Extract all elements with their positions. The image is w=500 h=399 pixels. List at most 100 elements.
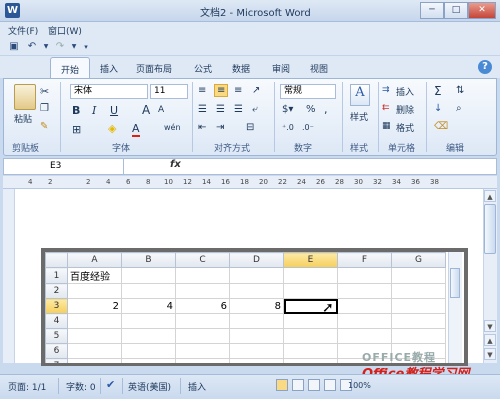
minimize-button[interactable]: ─: [420, 2, 444, 19]
cell[interactable]: [175, 328, 230, 344]
web-layout-view-icon[interactable]: [308, 379, 320, 391]
scroll-down-icon[interactable]: ▼: [484, 320, 496, 332]
undo-icon[interactable]: ↶: [26, 41, 38, 53]
undo-dropdown-icon[interactable]: ▼: [40, 41, 52, 53]
menu-file[interactable]: 文件(F): [8, 24, 38, 37]
cell-a1[interactable]: 百度经验: [67, 267, 122, 284]
row-header-selected[interactable]: 3: [45, 298, 68, 314]
styles-button[interactable]: 样式: [350, 110, 368, 123]
cell[interactable]: [67, 328, 122, 344]
tab-page-layout[interactable]: 页面布局: [128, 60, 180, 77]
full-screen-view-icon[interactable]: [292, 379, 304, 391]
cell[interactable]: [121, 328, 176, 344]
menu-window[interactable]: 窗口(W): [48, 24, 82, 37]
close-button[interactable]: ✕: [468, 2, 496, 19]
scroll-up-icon[interactable]: ▲: [484, 190, 496, 202]
language-indicator[interactable]: 英语(美国): [128, 380, 171, 393]
comma-button[interactable]: ,: [324, 103, 328, 116]
select-all-corner[interactable]: [45, 252, 68, 268]
cell[interactable]: [67, 343, 122, 359]
insert-cells-icon[interactable]: ⇉: [382, 85, 390, 95]
name-box[interactable]: E3: [4, 159, 124, 174]
align-center-icon[interactable]: ☰: [216, 104, 225, 115]
cell[interactable]: [337, 283, 392, 299]
insert-mode-indicator[interactable]: 插入: [188, 380, 206, 393]
cell[interactable]: [121, 267, 176, 284]
save-icon[interactable]: ▣: [8, 41, 20, 53]
cell-a3[interactable]: 2: [67, 298, 122, 314]
format-cells-button[interactable]: 格式: [396, 121, 414, 134]
next-page-icon[interactable]: ▼: [484, 348, 496, 360]
cut-icon[interactable]: ✂: [40, 85, 49, 98]
cell[interactable]: [283, 358, 338, 363]
cell[interactable]: [229, 328, 284, 344]
styles-icon[interactable]: A: [350, 84, 370, 106]
increase-decimal-icon[interactable]: ⁺.0: [282, 123, 294, 132]
paste-button[interactable]: 粘贴: [14, 112, 32, 125]
paste-icon[interactable]: [14, 84, 36, 110]
find-select-icon[interactable]: ⌕: [456, 103, 462, 114]
cell-c3[interactable]: 6: [175, 298, 230, 314]
increase-indent-icon[interactable]: ⇥: [216, 122, 224, 133]
column-header[interactable]: B: [121, 252, 176, 268]
phonetic-button[interactable]: wén: [164, 123, 181, 132]
delete-cells-icon[interactable]: ⇇: [382, 103, 390, 113]
wrap-text-icon[interactable]: ⤶: [252, 104, 258, 115]
scrollbar-thumb[interactable]: [484, 204, 496, 254]
cell[interactable]: [175, 267, 230, 284]
redo-dropdown-icon[interactable]: ▼: [68, 41, 80, 53]
borders-icon[interactable]: ⊞: [72, 123, 81, 136]
cell[interactable]: [283, 267, 338, 284]
cell[interactable]: [121, 283, 176, 299]
decrease-decimal-icon[interactable]: .0⁻: [302, 123, 314, 132]
sheet-scrollbar-thumb[interactable]: [450, 268, 460, 298]
cell[interactable]: [229, 343, 284, 359]
cell[interactable]: [175, 283, 230, 299]
cell[interactable]: [283, 283, 338, 299]
number-format-combo[interactable]: 常规: [280, 84, 336, 99]
font-name-combo[interactable]: 宋体: [70, 84, 148, 99]
row-header[interactable]: 1: [45, 267, 68, 284]
cell[interactable]: [229, 283, 284, 299]
column-header[interactable]: D: [229, 252, 284, 268]
align-bottom-icon[interactable]: ≡: [234, 85, 242, 96]
delete-cells-button[interactable]: 删除: [396, 103, 414, 116]
proofing-icon[interactable]: ✔: [106, 378, 115, 391]
shrink-font-button[interactable]: A: [158, 105, 164, 115]
column-header[interactable]: G: [391, 252, 446, 268]
insert-cells-button[interactable]: 插入: [396, 85, 414, 98]
word-count[interactable]: 字数: 0: [66, 380, 96, 393]
outline-view-icon[interactable]: [324, 379, 336, 391]
cell[interactable]: [391, 313, 446, 329]
accounting-icon[interactable]: $▾: [282, 104, 293, 115]
cell[interactable]: [67, 358, 122, 363]
maximize-button[interactable]: □: [444, 2, 468, 19]
orientation-icon[interactable]: ↗: [252, 85, 260, 96]
cell[interactable]: [337, 313, 392, 329]
font-color-button[interactable]: A: [132, 122, 140, 137]
cell[interactable]: [67, 283, 122, 299]
row-header[interactable]: 2: [45, 283, 68, 299]
column-header[interactable]: A: [67, 252, 122, 268]
redo-icon[interactable]: ↷: [54, 41, 66, 53]
font-size-combo[interactable]: 11: [150, 84, 188, 99]
row-header[interactable]: 5: [45, 328, 68, 344]
align-right-icon[interactable]: ☰: [234, 104, 243, 115]
zoom-level[interactable]: 100%: [348, 381, 371, 390]
cell[interactable]: [229, 358, 284, 363]
column-header-selected[interactable]: E: [283, 252, 338, 268]
cell[interactable]: [175, 343, 230, 359]
merge-center-icon[interactable]: ⊟: [246, 122, 254, 133]
decrease-indent-icon[interactable]: ⇤: [198, 122, 206, 133]
row-header[interactable]: 7: [45, 358, 68, 363]
cell[interactable]: [337, 267, 392, 284]
cell[interactable]: [229, 313, 284, 329]
column-header[interactable]: C: [175, 252, 230, 268]
format-painter-icon[interactable]: ✎: [40, 121, 48, 132]
cell-d3[interactable]: 8: [229, 298, 284, 314]
underline-button[interactable]: U: [110, 104, 118, 117]
grow-font-button[interactable]: A: [142, 103, 150, 117]
cell[interactable]: [175, 358, 230, 363]
tab-insert[interactable]: 插入: [92, 60, 126, 77]
cell[interactable]: [391, 267, 446, 284]
